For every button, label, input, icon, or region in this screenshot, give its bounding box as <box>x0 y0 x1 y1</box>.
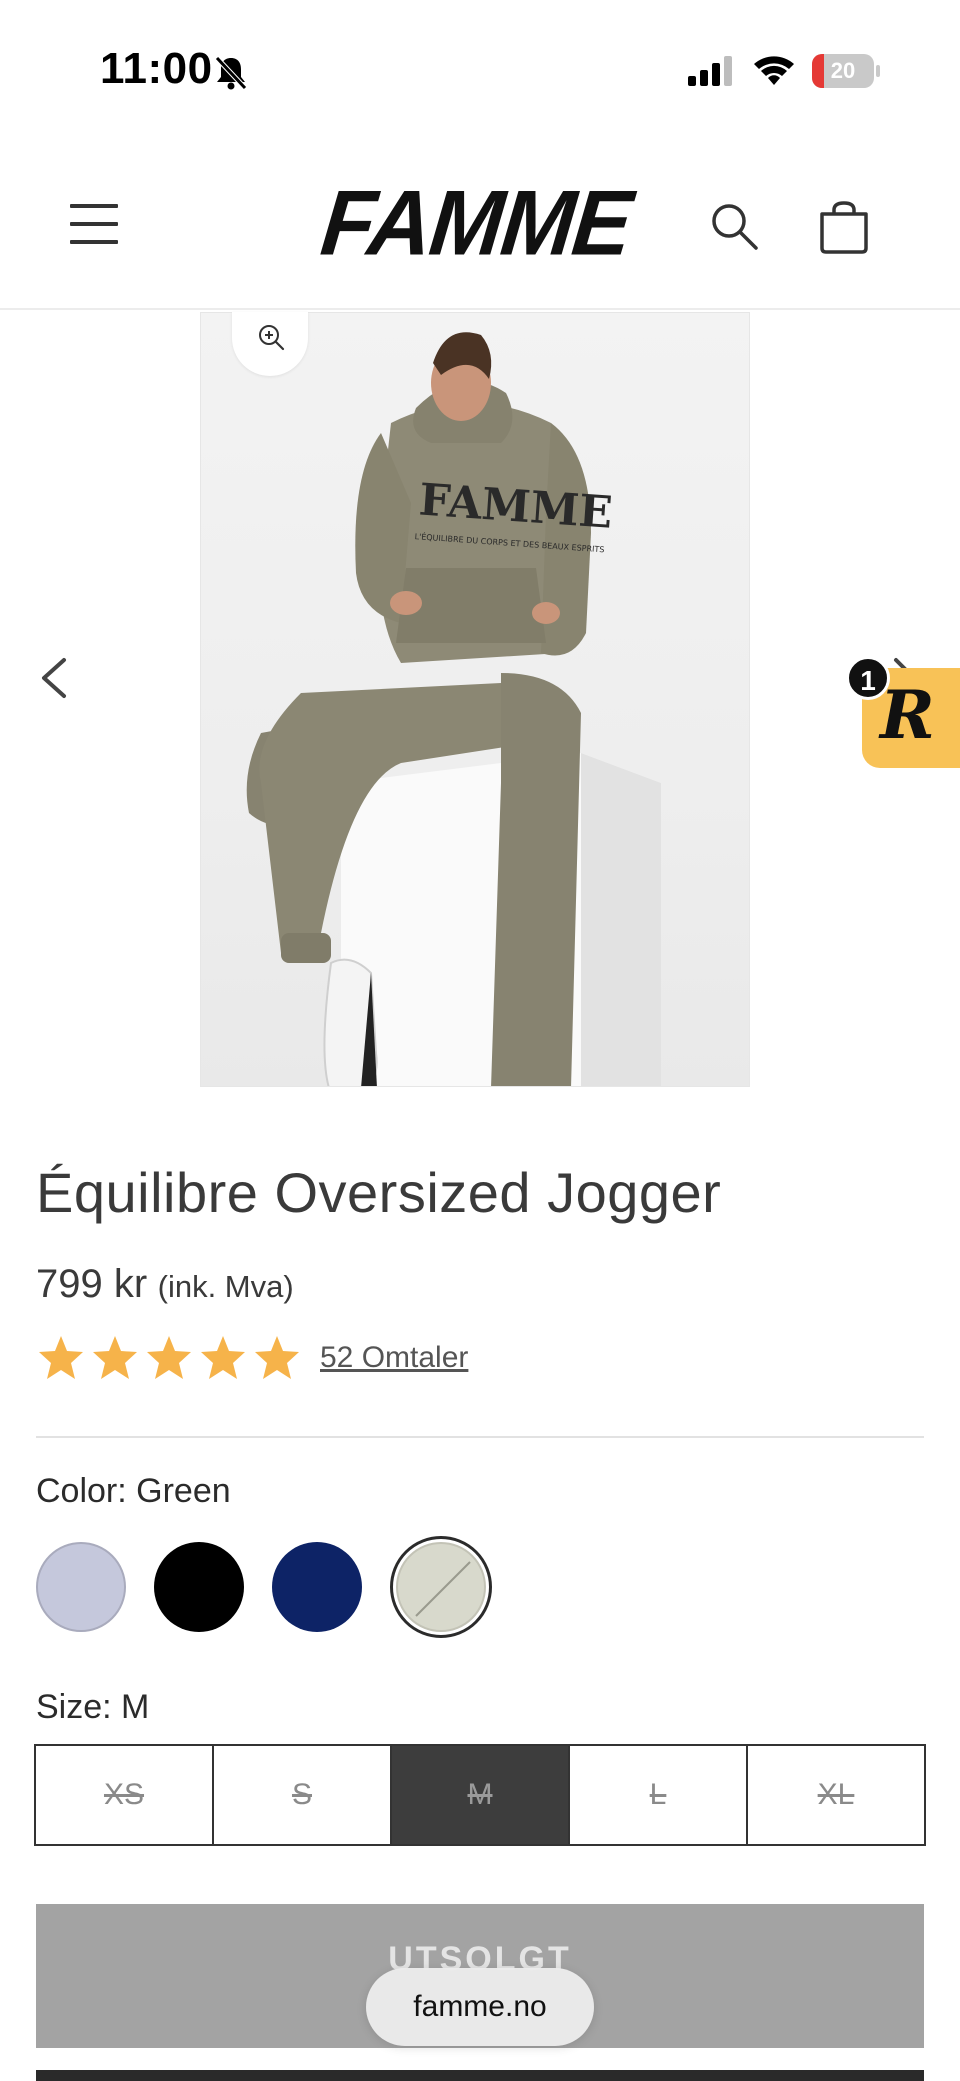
star-icon <box>147 1336 191 1379</box>
menu-icon[interactable] <box>70 202 122 246</box>
color-swatch[interactable] <box>154 1542 244 1632</box>
cart-icon[interactable] <box>816 200 872 256</box>
product-gallery: FAMME L'ÉQUILIBRE DU CORPS ET DES BEAUX … <box>0 312 960 1092</box>
star-icon <box>201 1336 245 1379</box>
sold-out-slash-icon <box>415 1561 471 1617</box>
site-header: FAMME <box>0 140 960 310</box>
wifi-icon <box>754 56 794 85</box>
color-swatch[interactable] <box>396 1542 486 1632</box>
color-label: Color: Green <box>36 1472 231 1510</box>
rewards-notification-count: 1 <box>846 656 890 700</box>
price-tax-note: (ink. Mva) <box>157 1269 294 1304</box>
size-label: Size: M <box>36 1688 150 1726</box>
status-bar: 11:00 20 <box>0 0 960 140</box>
rewards-logo-letter: R <box>880 676 935 754</box>
reviews-link[interactable]: 52 Omtaler <box>320 1341 468 1375</box>
price-row: 799 kr (ink. Mva) <box>36 1262 294 1307</box>
color-swatch[interactable] <box>272 1542 362 1632</box>
brand-logo[interactable]: FAMME <box>317 171 647 275</box>
size-option-xs[interactable]: XS <box>36 1746 214 1844</box>
star-icon <box>93 1336 137 1379</box>
chevron-left-icon[interactable] <box>34 648 74 708</box>
battery-indicator: 20 <box>812 54 880 88</box>
product-image[interactable]: FAMME L'ÉQUILIBRE DU CORPS ET DES BEAUX … <box>200 312 750 1087</box>
star-icon <box>39 1336 83 1379</box>
rating-row: 52 Omtaler <box>36 1330 468 1386</box>
star-icon <box>255 1336 299 1379</box>
search-icon[interactable] <box>708 200 760 252</box>
product-price: 799 kr <box>36 1262 148 1306</box>
size-option-s[interactable]: S <box>214 1746 392 1844</box>
zoom-in-icon <box>259 325 285 351</box>
size-option-m[interactable]: M <box>392 1746 570 1844</box>
status-time: 11:00 <box>100 44 213 93</box>
size-selector: XS S M L XL <box>34 1744 926 1846</box>
cellular-signal-icon <box>688 56 732 86</box>
battery-percent: 20 <box>830 58 856 83</box>
browser-url-pill[interactable]: famme.no <box>366 1968 594 2046</box>
product-photo-illustration: FAMME L'ÉQUILIBRE DU CORPS ET DES BEAUX … <box>246 332 661 1086</box>
secondary-button-edge[interactable] <box>36 2070 924 2081</box>
divider <box>36 1436 924 1438</box>
size-option-xl[interactable]: XL <box>748 1746 924 1844</box>
color-swatches <box>36 1536 936 1640</box>
product-title: Équilibre Oversized Jogger <box>36 1161 722 1224</box>
bell-slash-icon <box>215 56 247 90</box>
size-option-l[interactable]: L <box>570 1746 748 1844</box>
star-rating <box>36 1333 306 1383</box>
color-swatch[interactable] <box>36 1542 126 1632</box>
